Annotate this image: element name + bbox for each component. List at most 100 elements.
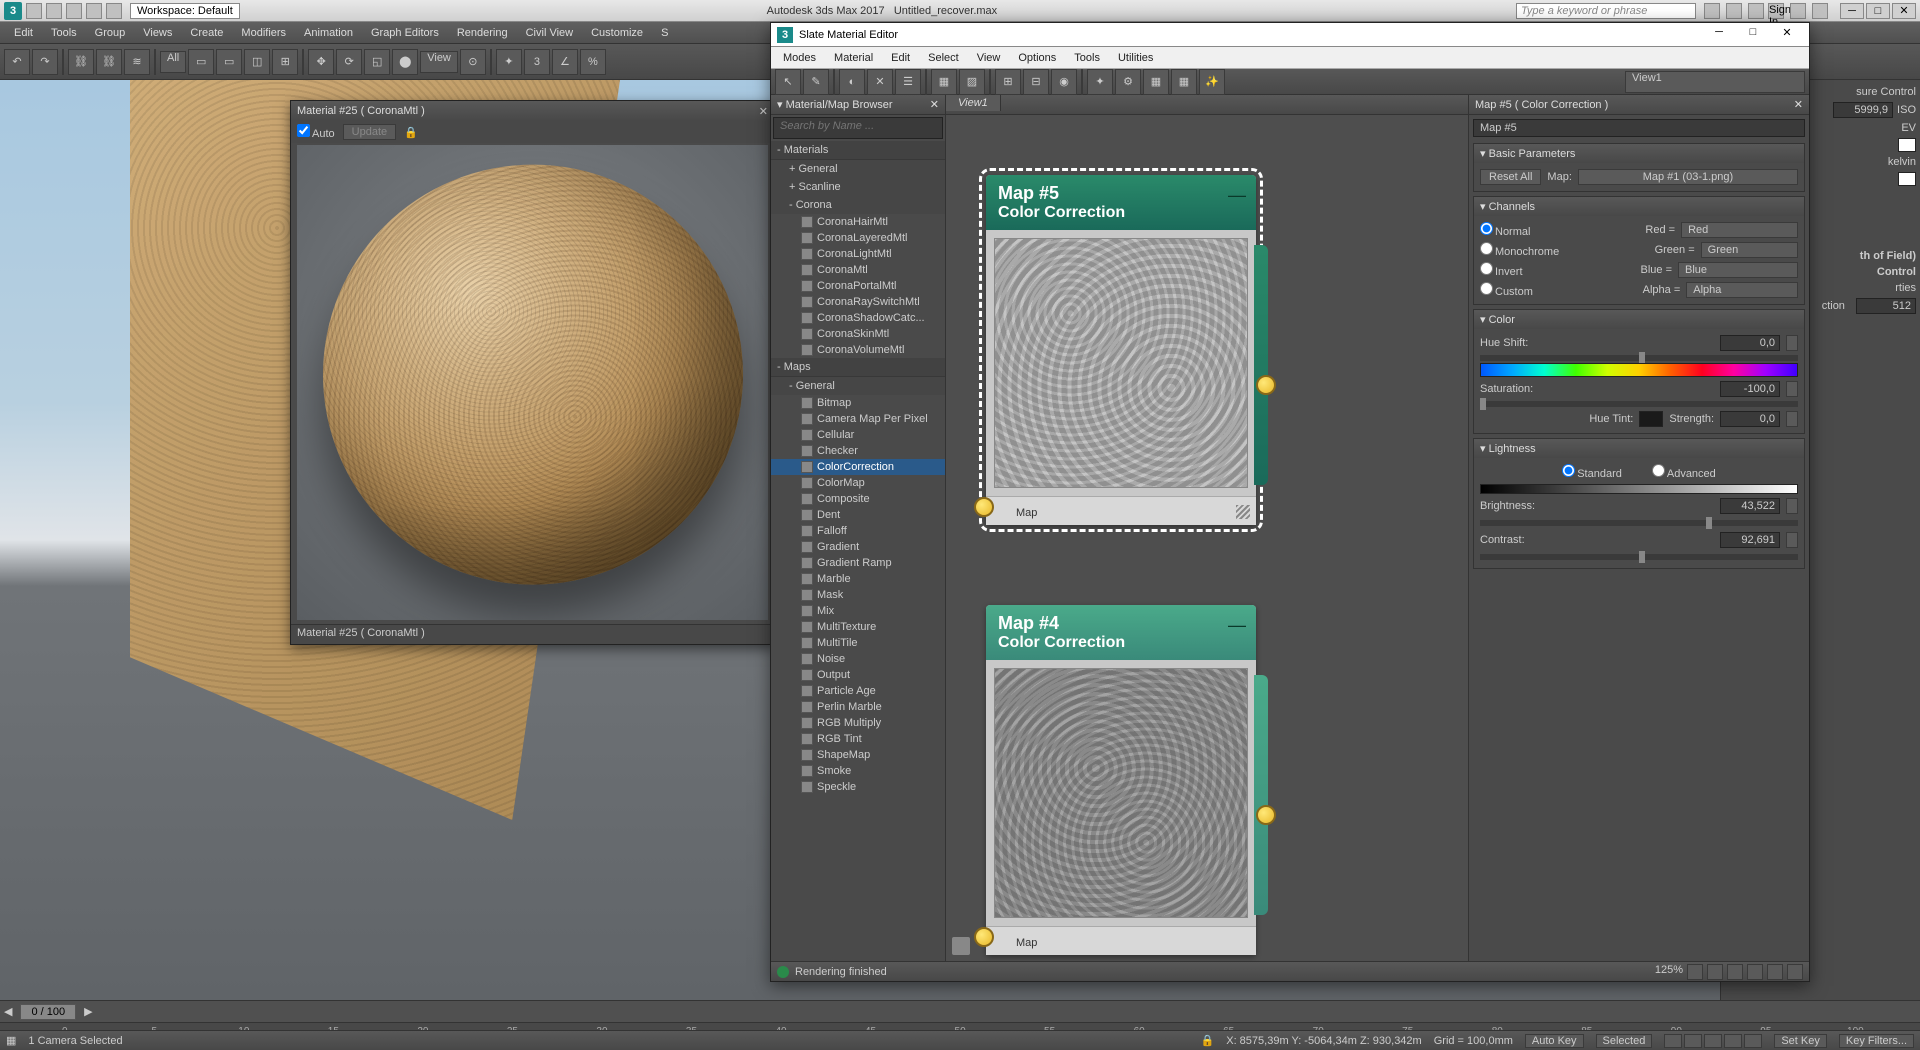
node-map5-input-socket[interactable]: [974, 497, 994, 517]
ev-value-1[interactable]: 5999,9: [1833, 102, 1893, 118]
slate-menu-modes[interactable]: Modes: [775, 50, 824, 66]
select-by-material-button[interactable]: ✦: [1087, 69, 1113, 95]
map-colorcorrection[interactable]: ColorCorrection: [771, 459, 945, 475]
menu-customize[interactable]: Customize: [583, 25, 651, 41]
select-name-button[interactable]: ▭: [216, 49, 242, 75]
radio-custom[interactable]: Custom: [1480, 282, 1533, 298]
qat-new-icon[interactable]: [26, 3, 42, 19]
node-collapse-icon[interactable]: —: [1228, 615, 1246, 636]
select-region-button[interactable]: ◫: [244, 49, 270, 75]
lock-icon[interactable]: 🔒: [1201, 1034, 1215, 1047]
node-collapse-icon[interactable]: —: [1228, 185, 1246, 206]
menu-group[interactable]: Group: [87, 25, 134, 41]
next-frame-button[interactable]: [1724, 1034, 1742, 1048]
section-materials[interactable]: - Materials: [771, 141, 945, 160]
strength-value[interactable]: 0,0: [1720, 411, 1780, 427]
mat-coronaportal[interactable]: CoronaPortalMtl: [771, 278, 945, 294]
unlink-button[interactable]: ⛓: [96, 49, 122, 75]
options-button[interactable]: ⚙: [1115, 69, 1141, 95]
assign-button[interactable]: ◐: [839, 69, 865, 95]
auto-checkbox[interactable]: Auto: [297, 124, 335, 140]
map-perlinmarble[interactable]: Perlin Marble: [771, 699, 945, 715]
material-preview-titlebar[interactable]: Material #25 ( CoronaMtl ) ✕: [291, 101, 774, 121]
slate-menu-options[interactable]: Options: [1010, 50, 1064, 66]
map-gradientramp[interactable]: Gradient Ramp: [771, 555, 945, 571]
bind-button[interactable]: ≋: [124, 49, 150, 75]
mat-coronahair[interactable]: CoronaHairMtl: [771, 214, 945, 230]
select-button[interactable]: ▭: [188, 49, 214, 75]
maxscript-icon[interactable]: ▦: [6, 1034, 16, 1047]
close-icon[interactable]: ✕: [759, 105, 768, 118]
map-smoke[interactable]: Smoke: [771, 763, 945, 779]
map-cellular[interactable]: Cellular: [771, 427, 945, 443]
menu-edit[interactable]: Edit: [6, 25, 41, 41]
mat-coronalayered[interactable]: CoronaLayeredMtl: [771, 230, 945, 246]
mat-coronalight[interactable]: CoronaLightMtl: [771, 246, 945, 262]
node-resize-handle[interactable]: [1236, 505, 1250, 519]
reset-button[interactable]: Reset All: [1480, 169, 1541, 185]
node-map5[interactable]: Map #5 Color Correction — Map: [986, 175, 1256, 525]
menu-civilview[interactable]: Civil View: [518, 25, 581, 41]
browser-close-icon[interactable]: ✕: [930, 98, 939, 111]
node-map4-header[interactable]: Map #4 Color Correction —: [986, 605, 1256, 660]
mat-coronavolume[interactable]: CoronaVolumeMtl: [771, 342, 945, 358]
radio-standard[interactable]: Standard: [1562, 464, 1622, 480]
radio-invert[interactable]: Invert: [1480, 262, 1523, 278]
grid1-button[interactable]: ▦: [1143, 69, 1169, 95]
qat-undo-icon[interactable]: [86, 3, 102, 19]
hue-slider-track[interactable]: [1480, 355, 1798, 361]
help-icon[interactable]: [1812, 3, 1828, 19]
placement-button[interactable]: ⬤: [392, 49, 418, 75]
subscription-icon[interactable]: [1704, 3, 1720, 19]
brightness-spinner[interactable]: [1786, 498, 1798, 514]
map-checker[interactable]: Checker: [771, 443, 945, 459]
rollout-channels-header[interactable]: ▾ Channels: [1474, 197, 1804, 216]
map-multitile[interactable]: MultiTile: [771, 635, 945, 651]
section-scanline[interactable]: + Scanline: [771, 178, 945, 196]
hue-value[interactable]: 0,0: [1720, 335, 1780, 351]
radio-normal[interactable]: Normal: [1480, 222, 1530, 238]
slate-titlebar[interactable]: 3 Slate Material Editor ─ □ ✕: [771, 23, 1809, 47]
map-falloff[interactable]: Falloff: [771, 523, 945, 539]
wand-button[interactable]: ✨: [1199, 69, 1225, 95]
browser-search[interactable]: [773, 117, 943, 139]
section-maps[interactable]: - Maps: [771, 358, 945, 377]
node-map5-output-socket[interactable]: [1256, 375, 1276, 395]
params-header[interactable]: Map #5 ( Color Correction ) ✕: [1469, 95, 1809, 115]
workspace-dropdown[interactable]: Workspace: Default: [130, 3, 240, 19]
zoom-icon[interactable]: [1707, 964, 1723, 980]
time-slider[interactable]: ◀ 0 / 100 ▶: [0, 1000, 1920, 1022]
graph-tab-view1[interactable]: View1: [946, 95, 1001, 111]
strength-spinner[interactable]: [1786, 411, 1798, 427]
selection-filter-dropdown[interactable]: All: [160, 51, 186, 73]
map-rgbmultiply[interactable]: RGB Multiply: [771, 715, 945, 731]
params-close-icon[interactable]: ✕: [1794, 98, 1803, 111]
hue-spinner[interactable]: [1786, 335, 1798, 351]
move-button[interactable]: ✥: [308, 49, 334, 75]
map-mix[interactable]: Mix: [771, 603, 945, 619]
radio-advanced[interactable]: Advanced: [1652, 464, 1716, 480]
green-dropdown[interactable]: Green: [1701, 242, 1798, 258]
rollout-color-header[interactable]: ▾ Color: [1474, 310, 1804, 329]
contrast-slider[interactable]: [1480, 554, 1798, 560]
slate-menu-tools[interactable]: Tools: [1066, 50, 1108, 66]
slate-menu-view[interactable]: View: [969, 50, 1009, 66]
prev-frame-button[interactable]: [1684, 1034, 1702, 1048]
setkey-button[interactable]: Set Key: [1774, 1034, 1827, 1048]
map-slot-button[interactable]: Map #1 (03-1.png): [1578, 169, 1798, 185]
redo-button[interactable]: ↷: [32, 49, 58, 75]
node-map4[interactable]: Map #4 Color Correction — Map: [986, 605, 1256, 955]
close-button[interactable]: ✕: [1892, 3, 1916, 19]
menu-scripting[interactable]: S: [653, 25, 676, 41]
delete-button[interactable]: ✕: [867, 69, 893, 95]
time-knob[interactable]: 0 / 100: [20, 1004, 76, 1020]
map-colormap[interactable]: ColorMap: [771, 475, 945, 491]
slate-menu-edit[interactable]: Edit: [883, 50, 918, 66]
map-composite[interactable]: Composite: [771, 491, 945, 507]
rollout-lightness-header[interactable]: ▾ Lightness: [1474, 439, 1804, 458]
color-swatch-2[interactable]: [1898, 172, 1916, 186]
zoom-extents-all-icon[interactable]: [1767, 964, 1783, 980]
blue-dropdown[interactable]: Blue: [1678, 262, 1798, 278]
exchange-icon[interactable]: [1726, 3, 1742, 19]
contrast-value[interactable]: 92,691: [1720, 532, 1780, 548]
